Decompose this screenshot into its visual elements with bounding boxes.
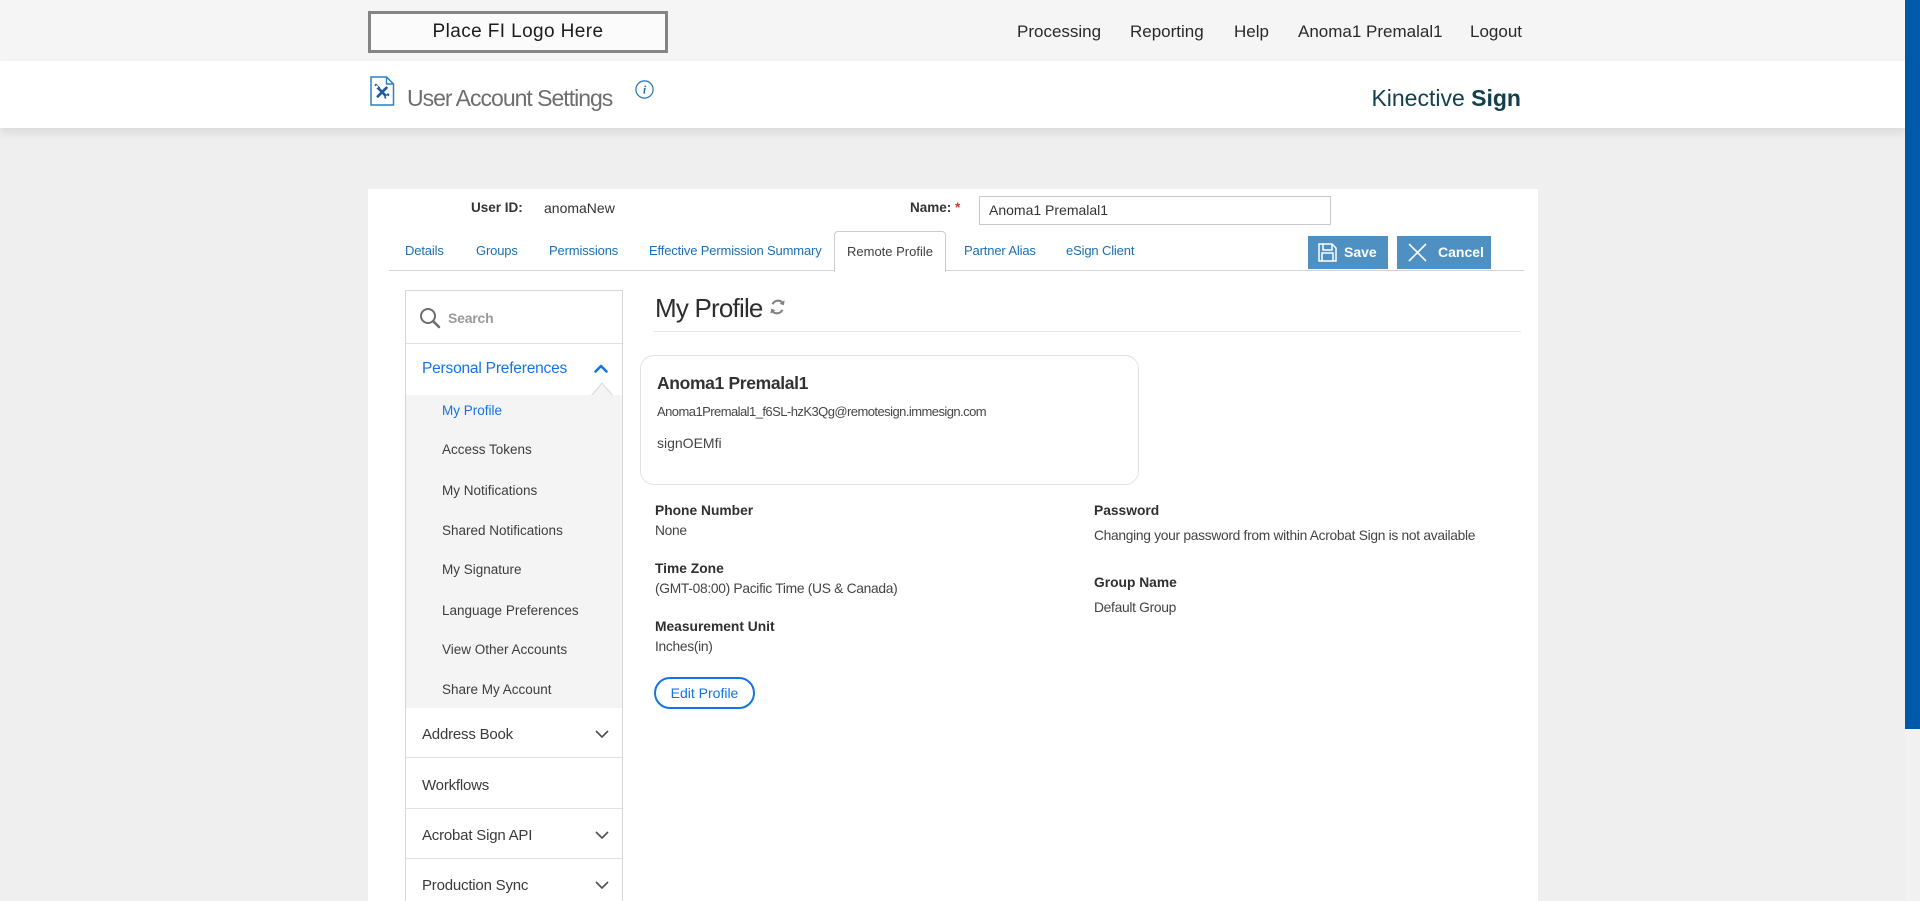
svg-text:i: i: [643, 83, 647, 97]
